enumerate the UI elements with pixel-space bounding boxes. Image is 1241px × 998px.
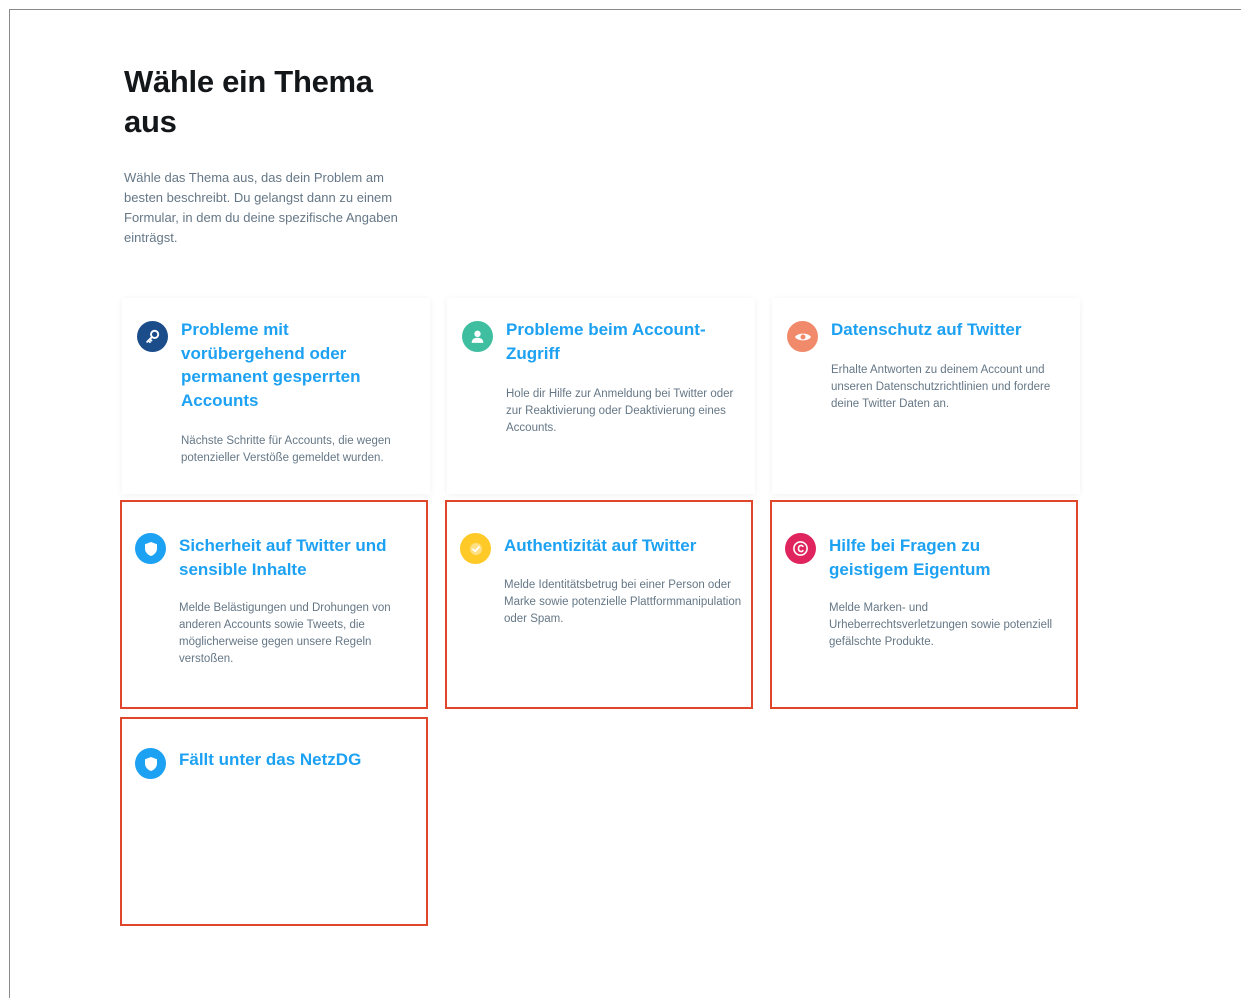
topic-card-privacy[interactable]: Datenschutz auf Twitter Erhalte Antworte… <box>772 298 1080 494</box>
topic-card-authenticity[interactable]: Authentizität auf Twitter Melde Identitä… <box>445 500 753 709</box>
topic-card-description: Melde Belästigungen und Drohungen von an… <box>179 602 391 665</box>
topic-card-safety[interactable]: Sicherheit auf Twitter und sensible Inha… <box>120 500 428 709</box>
key-icon <box>137 321 168 352</box>
check-badge-icon <box>460 533 491 564</box>
topic-card-description: Melde Marken- und Urheberrechtsverletzun… <box>829 602 1053 648</box>
shield-icon <box>135 533 166 564</box>
topic-card-title: Sicherheit auf Twitter und sensible Inha… <box>179 536 387 579</box>
topic-card-title: Probleme beim Account-Zugriff <box>506 320 706 363</box>
intro-text: Wähle das Thema aus, das dein Problem am… <box>124 170 398 245</box>
topic-card-description: Nächste Schritte für Accounts, die wegen… <box>181 435 391 464</box>
topic-card-account-access[interactable]: Probleme beim Account-Zugriff Hole dir H… <box>447 298 755 494</box>
topic-card-title: Hilfe bei Fragen zu geistigem Eigentum <box>829 536 991 579</box>
user-icon <box>462 321 493 352</box>
topic-card-description: Melde Identitätsbetrug bei einer Person … <box>504 579 742 625</box>
shield-icon <box>135 748 166 779</box>
eye-icon <box>787 321 818 352</box>
topic-card-title: Authentizität auf Twitter <box>504 536 697 555</box>
topic-card-intellectual-property[interactable]: Hilfe bei Fragen zu geistigem Eigentum M… <box>770 500 1078 709</box>
topic-card-title: Datenschutz auf Twitter <box>831 320 1022 339</box>
topic-card-description: Erhalte Antworten zu deinem Account und … <box>831 364 1051 410</box>
topic-card-netzdg[interactable]: Fällt unter das NetzDG <box>120 717 428 926</box>
copyright-icon <box>785 533 816 564</box>
topic-card-description: Hole dir Hilfe zur Anmeldung bei Twitter… <box>506 388 734 434</box>
topic-card-title: Probleme mit vorübergehend oder permanen… <box>181 320 361 410</box>
page-title: Wähle ein Thema aus <box>124 64 373 139</box>
topic-card-locked-accounts[interactable]: Probleme mit vorübergehend oder permanen… <box>122 298 430 494</box>
topic-card-title: Fällt unter das NetzDG <box>179 750 362 769</box>
